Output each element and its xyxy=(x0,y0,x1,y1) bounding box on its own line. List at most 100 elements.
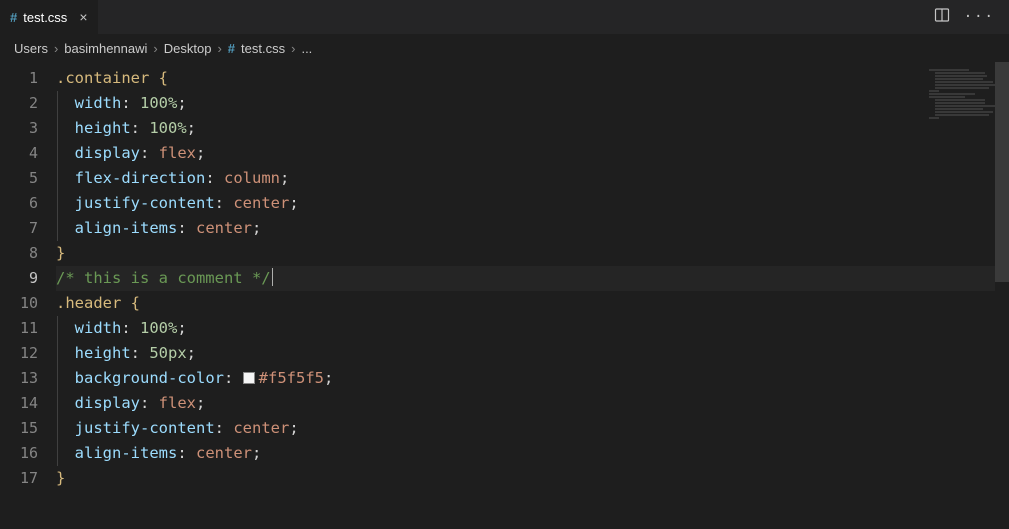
code-line[interactable]: display: flex; xyxy=(56,391,1009,416)
token-punct: : xyxy=(121,319,140,337)
token-punct: : xyxy=(177,444,196,462)
token-prop: display xyxy=(75,394,140,412)
token-punct: : xyxy=(205,169,224,187)
crumb-trailing[interactable]: ... xyxy=(301,41,312,56)
code-line[interactable]: align-items: center; xyxy=(56,216,1009,241)
code-line[interactable]: } xyxy=(56,466,1009,491)
token-punct: ; xyxy=(177,94,186,112)
token-space xyxy=(121,294,130,312)
tab-test-css[interactable]: # test.css × xyxy=(0,0,99,34)
token-punct: ; xyxy=(280,169,289,187)
more-actions-icon[interactable]: ··· xyxy=(964,9,995,25)
token-num: 100% xyxy=(140,319,177,337)
chevron-right-icon: › xyxy=(217,41,221,56)
token-comment: /* this is a comment */ xyxy=(56,269,271,287)
token-prop: width xyxy=(75,319,122,337)
text-cursor xyxy=(272,268,273,286)
token-const: center xyxy=(196,219,252,237)
line-number: 10 xyxy=(0,291,56,316)
token-selector: .header xyxy=(56,294,121,312)
token-brace: { xyxy=(159,69,168,87)
token-const: flex xyxy=(159,394,196,412)
code-line[interactable]: flex-direction: column; xyxy=(56,166,1009,191)
line-number: 1 xyxy=(0,66,56,91)
code-line[interactable]: /* this is a comment */ xyxy=(56,266,1009,291)
css-file-icon: # xyxy=(228,41,235,56)
token-punct: ; xyxy=(289,419,298,437)
token-num: 100% xyxy=(149,119,186,137)
code-line[interactable]: .header { xyxy=(56,291,1009,316)
split-editor-icon[interactable] xyxy=(934,7,950,27)
crumb-segment[interactable]: Desktop xyxy=(164,41,212,56)
code-line[interactable]: width: 100%; xyxy=(56,91,1009,116)
token-punct: : xyxy=(140,394,159,412)
token-prop: background-color xyxy=(75,369,224,387)
token-punct: ; xyxy=(196,144,205,162)
token-space xyxy=(149,69,158,87)
token-punct: : xyxy=(131,119,150,137)
line-number: 6 xyxy=(0,191,56,216)
crumb-segment[interactable]: Users xyxy=(14,41,48,56)
code-line[interactable]: align-items: center; xyxy=(56,441,1009,466)
line-number: 9 xyxy=(0,266,56,291)
token-brace: } xyxy=(56,244,65,262)
token-prop: align-items xyxy=(75,444,178,462)
code-line[interactable]: width: 100%; xyxy=(56,316,1009,341)
line-number: 16 xyxy=(0,441,56,466)
tab-filename: test.css xyxy=(23,10,67,25)
token-punct: : xyxy=(121,94,140,112)
token-punct: ; xyxy=(324,369,333,387)
token-brace: { xyxy=(131,294,140,312)
token-selector: .container xyxy=(56,69,149,87)
token-punct: : xyxy=(215,419,234,437)
token-const: center xyxy=(196,444,252,462)
chevron-right-icon: › xyxy=(153,41,157,56)
css-file-icon: # xyxy=(10,10,17,25)
token-const: center xyxy=(233,419,289,437)
vertical-scrollbar[interactable] xyxy=(995,62,1009,526)
token-num: 50px xyxy=(149,344,186,362)
line-number: 13 xyxy=(0,366,56,391)
code-line[interactable]: background-color: #f5f5f5; xyxy=(56,366,1009,391)
token-punct: : xyxy=(177,219,196,237)
code-line[interactable]: height: 50px; xyxy=(56,341,1009,366)
line-number: 2 xyxy=(0,91,56,116)
token-punct: ; xyxy=(289,194,298,212)
code-line[interactable]: justify-content: center; xyxy=(56,191,1009,216)
scrollbar-thumb[interactable] xyxy=(995,62,1009,282)
token-punct: : xyxy=(224,369,243,387)
breadcrumb[interactable]: Users › basimhennawi › Desktop › # test.… xyxy=(0,35,1009,62)
line-number: 14 xyxy=(0,391,56,416)
code-line[interactable]: } xyxy=(56,241,1009,266)
token-prop: justify-content xyxy=(75,194,215,212)
code-content[interactable]: .container { width: 100%; height: 100%; … xyxy=(56,62,1009,526)
tab-strip: # test.css × xyxy=(0,0,99,34)
code-line[interactable]: justify-content: center; xyxy=(56,416,1009,441)
line-number: 17 xyxy=(0,466,56,491)
token-punct: : xyxy=(131,344,150,362)
token-const: center xyxy=(233,194,289,212)
chevron-right-icon: › xyxy=(54,41,58,56)
token-prop: display xyxy=(75,144,140,162)
line-number: 5 xyxy=(0,166,56,191)
editor-area[interactable]: 1234567891011121314151617 .container { w… xyxy=(0,62,1009,526)
chevron-right-icon: › xyxy=(291,41,295,56)
line-number: 4 xyxy=(0,141,56,166)
line-number: 3 xyxy=(0,116,56,141)
close-icon[interactable]: × xyxy=(79,9,87,25)
code-line[interactable]: .container { xyxy=(56,66,1009,91)
titlebar: # test.css × ··· xyxy=(0,0,1009,35)
title-actions: ··· xyxy=(934,7,1009,27)
crumb-filename[interactable]: test.css xyxy=(241,41,285,56)
token-prop: height xyxy=(75,344,131,362)
code-line[interactable]: display: flex; xyxy=(56,141,1009,166)
crumb-segment[interactable]: basimhennawi xyxy=(64,41,147,56)
token-const: column xyxy=(224,169,280,187)
token-punct: ; xyxy=(187,344,196,362)
color-swatch-icon[interactable] xyxy=(243,372,255,384)
code-line[interactable]: height: 100%; xyxy=(56,116,1009,141)
token-punct: ; xyxy=(196,394,205,412)
token-num: 100% xyxy=(140,94,177,112)
line-number: 12 xyxy=(0,341,56,366)
token-prop: flex-direction xyxy=(75,169,206,187)
